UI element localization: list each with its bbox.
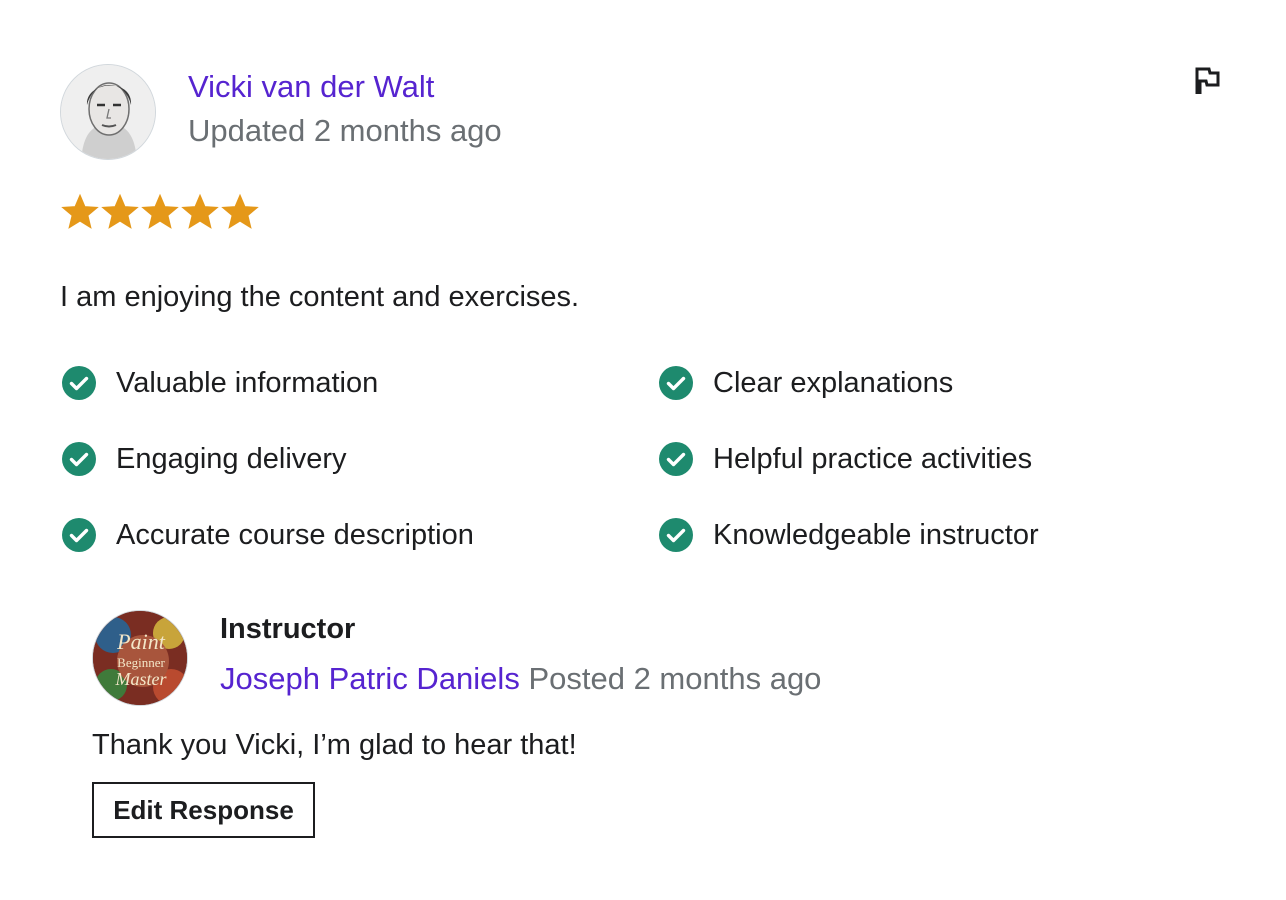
star-icon bbox=[221, 193, 259, 229]
star-icon bbox=[141, 193, 179, 229]
response-text: Thank you Vicki, I’m glad to hear that! bbox=[92, 729, 577, 761]
rating-stars bbox=[60, 192, 260, 232]
instructor-name-link[interactable]: Joseph Patric Daniels bbox=[220, 661, 520, 696]
feedback-tag-label: Engaging delivery bbox=[116, 443, 347, 475]
check-circle-icon bbox=[62, 442, 96, 476]
check-circle-icon bbox=[62, 518, 96, 552]
reviewer-name-link[interactable]: Vicki van der Walt bbox=[188, 68, 434, 106]
review-card: Vicki van der Walt Updated 2 months ago … bbox=[0, 0, 1286, 900]
avatar-logo-text: Master bbox=[115, 669, 168, 689]
feedback-tag: Helpful practice activities bbox=[659, 440, 1212, 478]
star-icon bbox=[101, 193, 139, 229]
response-posted-time: Posted 2 months ago bbox=[528, 661, 822, 696]
feedback-tag: Accurate course description bbox=[62, 516, 659, 554]
reviewer-avatar bbox=[60, 64, 156, 160]
feedback-tag-label: Clear explanations bbox=[713, 367, 954, 399]
response-meta: Joseph Patric Daniels Posted 2 months ag… bbox=[220, 660, 821, 698]
review-text: I am enjoying the content and exercises. bbox=[60, 281, 580, 313]
instructor-avatar: Paint Beginner Master bbox=[92, 610, 188, 706]
check-circle-icon bbox=[659, 366, 693, 400]
review-updated-time: Updated 2 months ago bbox=[188, 113, 502, 148]
flag-icon[interactable] bbox=[1190, 64, 1224, 98]
feedback-tag: Valuable information bbox=[62, 364, 659, 402]
star-icon bbox=[61, 193, 99, 229]
review-feedback-tags: Valuable information Clear explanations … bbox=[62, 364, 1212, 554]
feedback-tag: Engaging delivery bbox=[62, 440, 659, 478]
star-icon bbox=[181, 193, 219, 229]
feedback-tag-label: Helpful practice activities bbox=[713, 443, 1033, 475]
check-circle-icon bbox=[659, 442, 693, 476]
feedback-tag-label: Valuable information bbox=[116, 367, 379, 399]
feedback-tag: Clear explanations bbox=[659, 364, 1212, 402]
feedback-tag-label: Knowledgeable instructor bbox=[713, 519, 1039, 551]
response-role-label: Instructor bbox=[220, 613, 356, 645]
feedback-tag: Knowledgeable instructor bbox=[659, 516, 1212, 554]
avatar-logo-text: Beginner bbox=[117, 655, 165, 670]
check-circle-icon bbox=[62, 366, 96, 400]
check-circle-icon bbox=[659, 518, 693, 552]
avatar-logo-text: Paint bbox=[116, 629, 166, 654]
edit-response-button[interactable]: Edit Response bbox=[92, 782, 315, 838]
feedback-tag-label: Accurate course description bbox=[116, 519, 474, 551]
